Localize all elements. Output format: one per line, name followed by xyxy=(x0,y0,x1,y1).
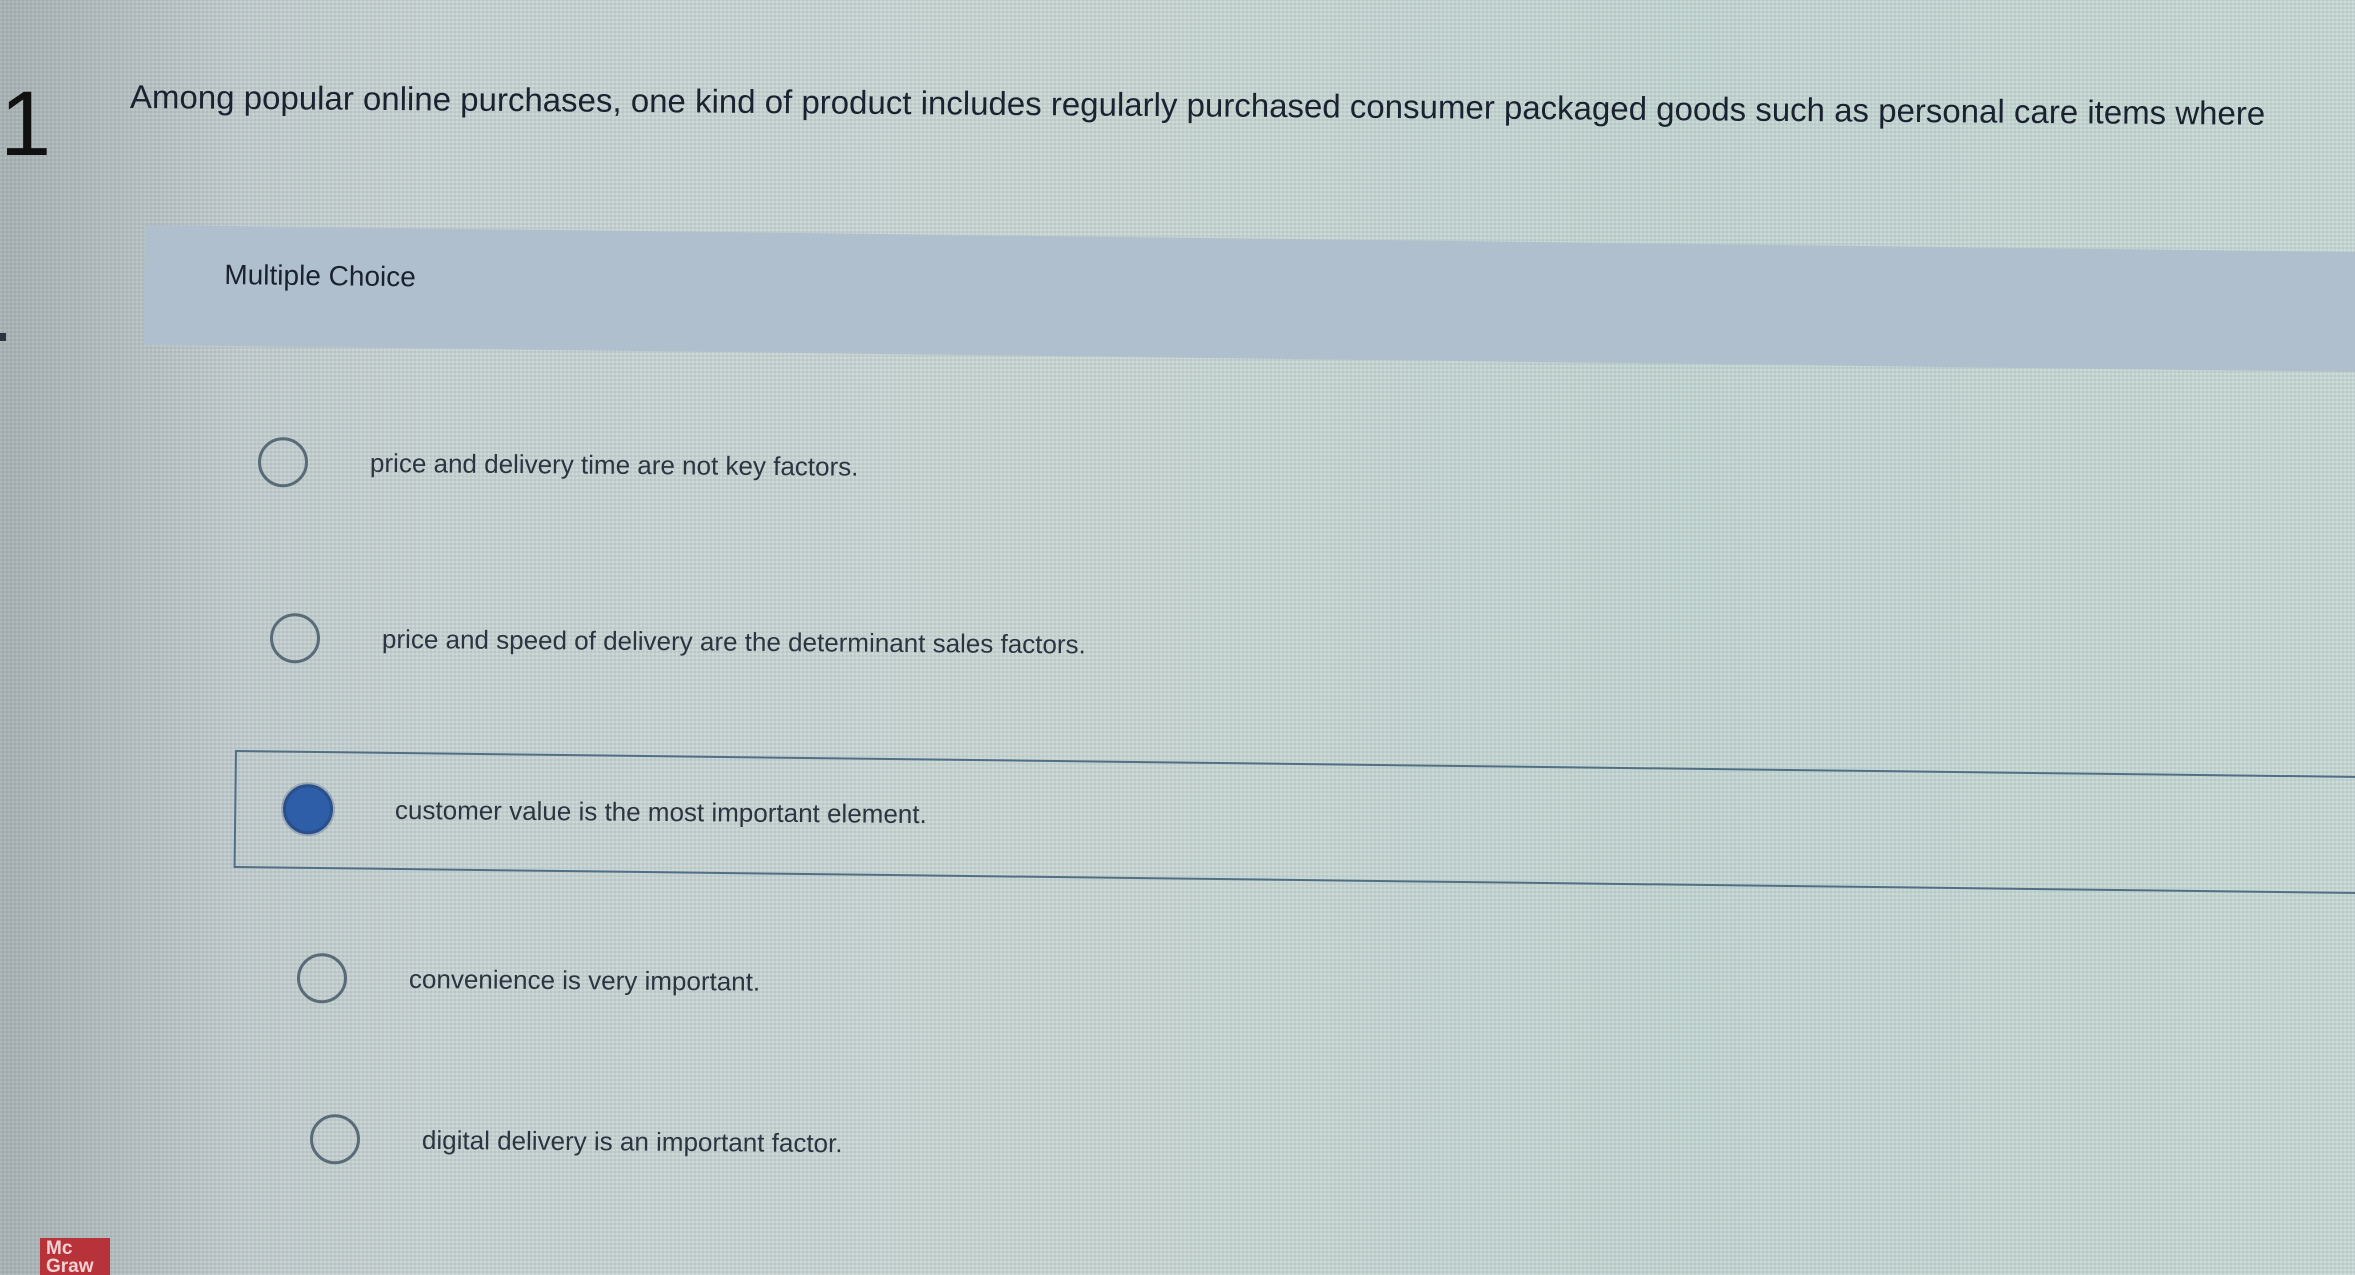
answer-option-2[interactable]: price and speed of delivery are the dete… xyxy=(269,613,1086,669)
answer-option-4[interactable]: convenience is very important. xyxy=(296,953,761,1007)
radio-button[interactable] xyxy=(296,953,348,1004)
answer-option-text: price and delivery time are not key fact… xyxy=(369,447,859,482)
logo-line-2: Graw xyxy=(46,1256,94,1275)
answer-option-1[interactable]: price and delivery time are not key fact… xyxy=(257,437,859,492)
answer-option-text: digital delivery is an important factor. xyxy=(421,1124,843,1158)
answer-option-3[interactable]: customer value is the most important ele… xyxy=(282,784,927,839)
question-number: 1 xyxy=(0,73,52,175)
radio-button-selected[interactable] xyxy=(282,784,334,835)
radio-button[interactable] xyxy=(269,613,321,664)
edge-mark xyxy=(0,333,6,341)
multiple-choice-header: Multiple Choice xyxy=(143,225,2355,373)
screen-vignette xyxy=(0,0,240,1275)
answer-option-text: convenience is very important. xyxy=(408,963,761,997)
question-prompt: Among popular online purchases, one kind… xyxy=(129,78,2266,132)
answer-option-5[interactable]: digital delivery is an important factor. xyxy=(309,1114,843,1168)
multiple-choice-label: Multiple Choice xyxy=(224,258,416,293)
answer-option-text: customer value is the most important ele… xyxy=(394,794,927,829)
mcgraw-hill-logo: Mc Graw xyxy=(40,1238,110,1275)
radio-button[interactable] xyxy=(257,437,309,488)
answer-option-text: price and speed of delivery are the dete… xyxy=(381,623,1086,659)
radio-button[interactable] xyxy=(309,1114,361,1165)
